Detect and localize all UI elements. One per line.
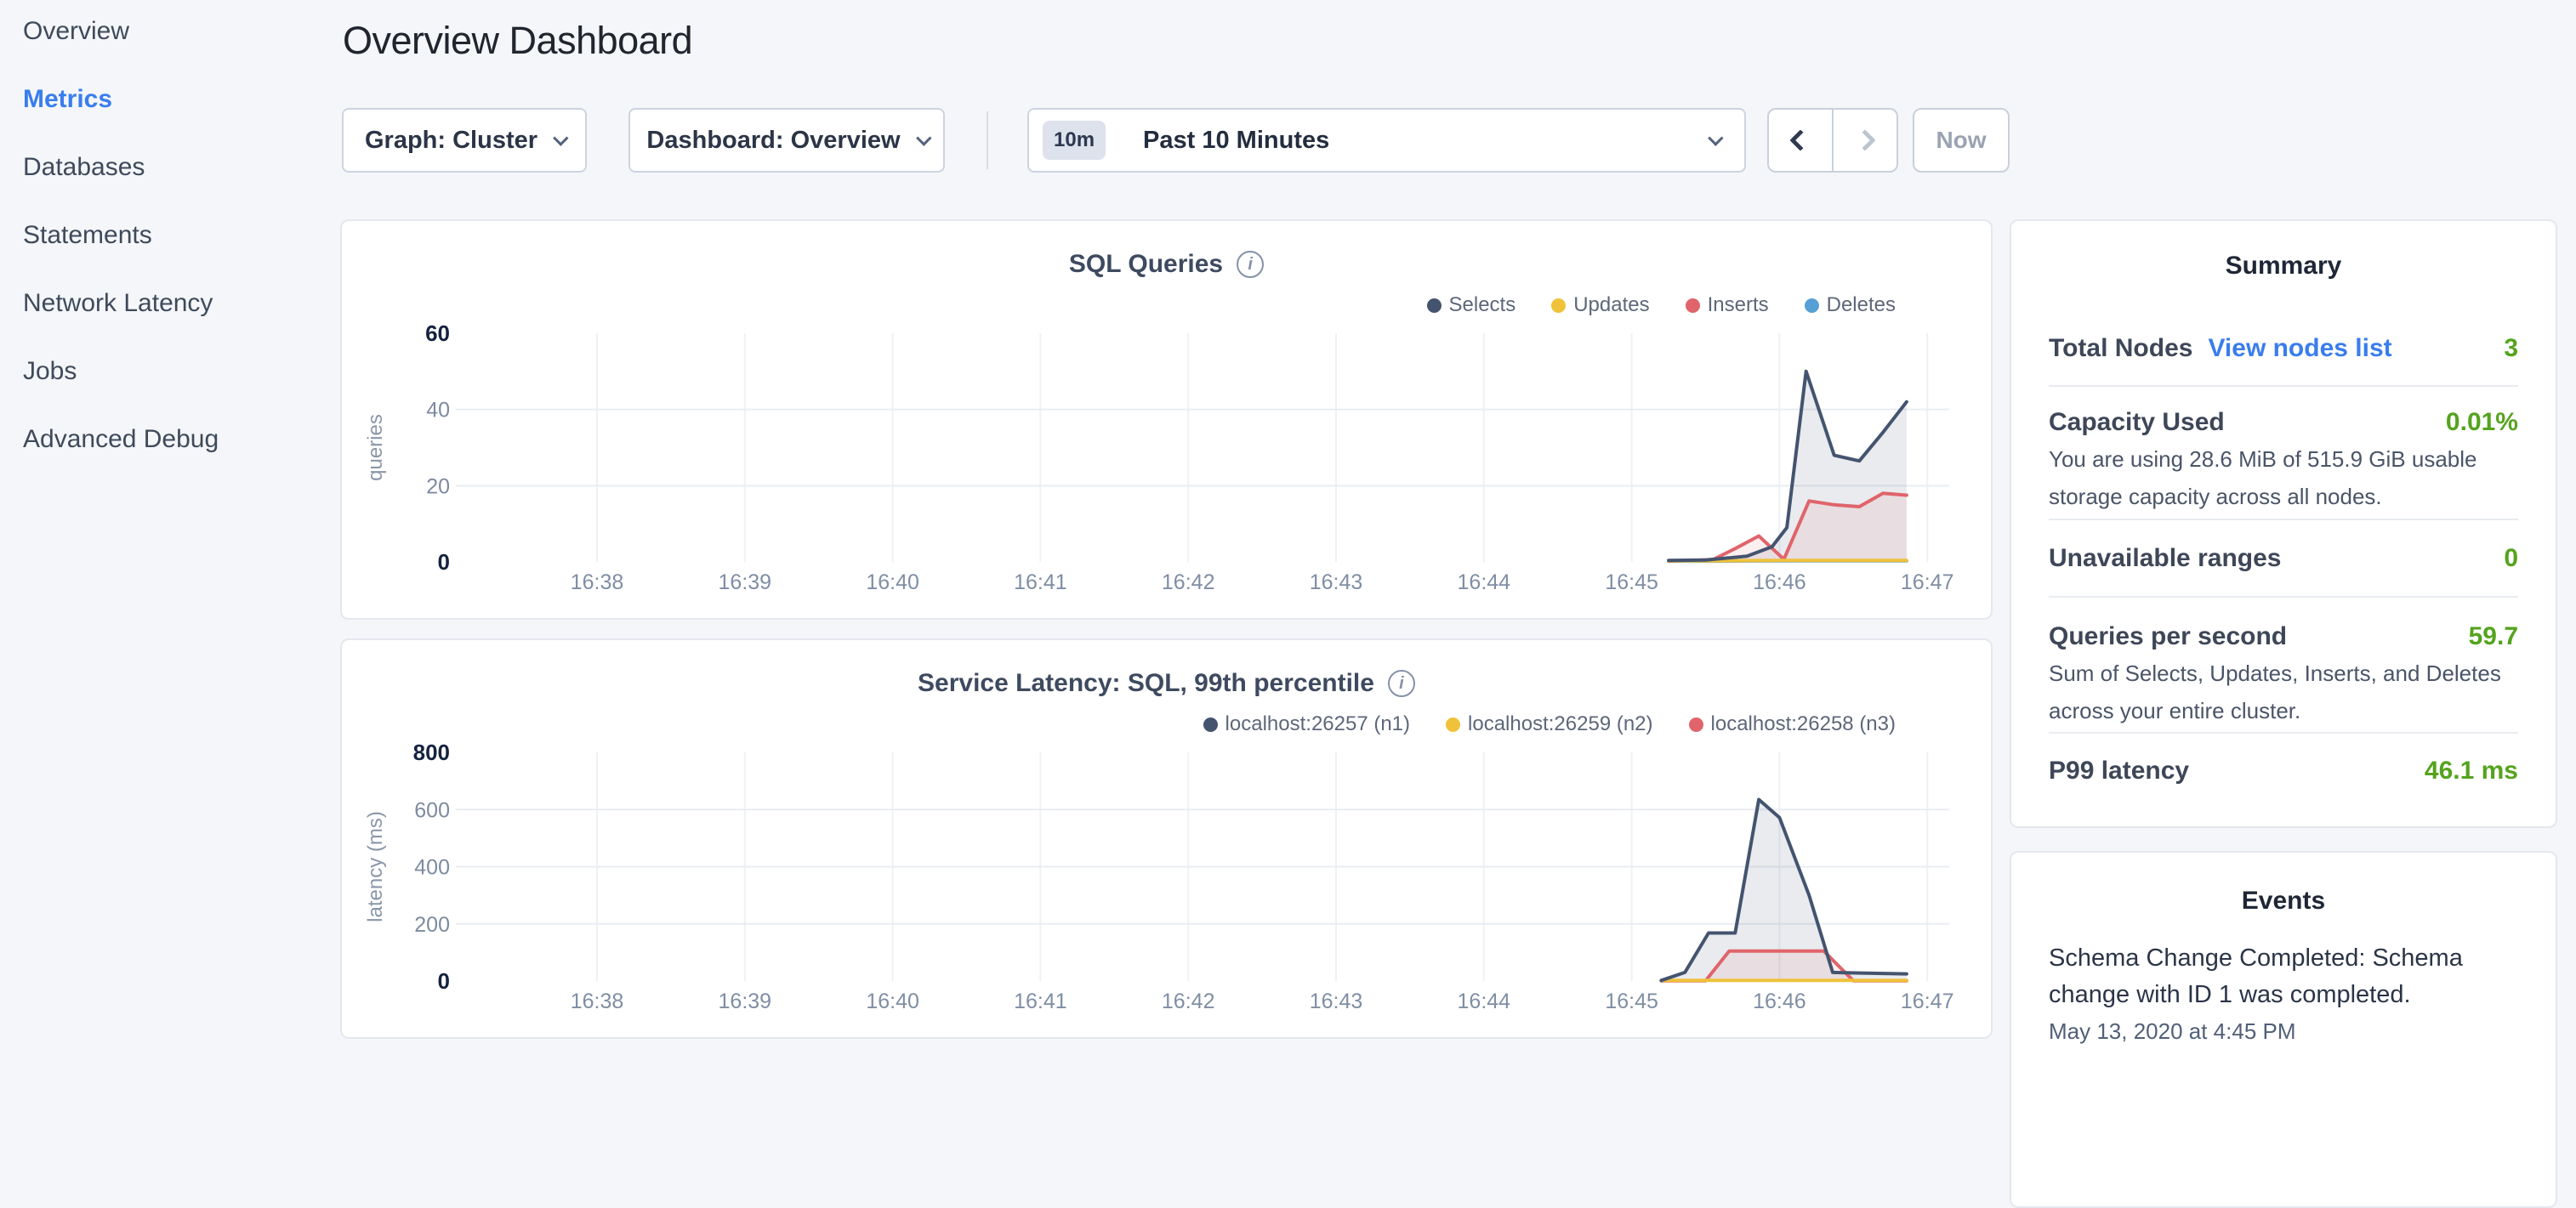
dashboard-dropdown-label: Dashboard: Overview bbox=[646, 127, 900, 155]
svg-text:60: 60 bbox=[425, 320, 450, 346]
chevron-down-icon bbox=[1708, 130, 1723, 145]
svg-text:16:40: 16:40 bbox=[866, 990, 919, 1013]
svg-text:16:44: 16:44 bbox=[1458, 990, 1511, 1013]
svg-text:200: 200 bbox=[414, 913, 450, 937]
events-heading: Events bbox=[2011, 887, 2556, 916]
service-latency-chart-card: Service Latency: SQL, 99th percentile i … bbox=[340, 638, 1993, 1039]
svg-text:16:47: 16:47 bbox=[1901, 570, 1954, 594]
sidebar-item-metrics[interactable]: Metrics bbox=[23, 80, 340, 119]
sidebar-item-statements[interactable]: Statements bbox=[23, 216, 340, 255]
sidebar-item-databases[interactable]: Databases bbox=[23, 148, 340, 187]
now-button[interactable]: Now bbox=[1913, 108, 2010, 173]
sql-queries-chart[interactable]: 16:38 16:39 16:40 16:41 16:42 16:43 16:44 16:45… bbox=[342, 221, 1994, 621]
svg-text:16:46: 16:46 bbox=[1753, 570, 1806, 594]
summary-label: Unavailable ranges bbox=[2049, 544, 2281, 573]
summary-row-queries-per-second: Queries per second 59.7 bbox=[2049, 618, 2518, 655]
time-pager bbox=[1767, 108, 1898, 173]
toolbar-divider bbox=[987, 111, 988, 169]
svg-text:16:38: 16:38 bbox=[571, 990, 624, 1013]
time-window-badge: 10m bbox=[1043, 121, 1106, 160]
graph-dropdown-label: Graph: Cluster bbox=[365, 127, 537, 155]
view-nodes-list-link[interactable]: View nodes list bbox=[2208, 334, 2391, 363]
chevron-left-icon bbox=[1789, 129, 1811, 150]
svg-text:16:45: 16:45 bbox=[1605, 990, 1658, 1013]
divider bbox=[2049, 596, 2518, 598]
svg-text:16:41: 16:41 bbox=[1014, 990, 1067, 1013]
svg-text:16:45: 16:45 bbox=[1605, 570, 1658, 594]
summary-value: 3 bbox=[2504, 334, 2518, 363]
svg-text:0: 0 bbox=[438, 549, 450, 575]
summary-heading: Summary bbox=[2011, 252, 2556, 281]
svg-text:16:44: 16:44 bbox=[1458, 570, 1511, 594]
time-window-label: Past 10 Minutes bbox=[1143, 127, 1692, 155]
dashboard-dropdown[interactable]: Dashboard: Overview bbox=[628, 108, 945, 173]
svg-text:16:42: 16:42 bbox=[1162, 570, 1215, 594]
next-time-button[interactable] bbox=[1834, 110, 1896, 171]
sidebar-item-advanced-debug[interactable]: Advanced Debug bbox=[23, 420, 340, 459]
summary-description: You are using 28.6 MiB of 515.9 GiB usab… bbox=[2049, 440, 2518, 515]
sidebar: Overview Metrics Databases Statements Ne… bbox=[0, 0, 340, 1051]
chevron-down-icon bbox=[916, 130, 931, 145]
svg-text:16:39: 16:39 bbox=[719, 570, 772, 594]
svg-text:latency (ms): latency (ms) bbox=[364, 811, 387, 922]
page-title: Overview Dashboard bbox=[343, 19, 692, 63]
summary-label: P99 latency bbox=[2049, 757, 2189, 785]
svg-text:16:46: 16:46 bbox=[1753, 990, 1806, 1013]
summary-description: Sum of Selects, Updates, Inserts, and De… bbox=[2049, 655, 2518, 729]
svg-text:16:47: 16:47 bbox=[1901, 990, 1954, 1013]
summary-label: Total Nodes bbox=[2049, 334, 2192, 363]
divider bbox=[2049, 519, 2518, 520]
svg-text:600: 600 bbox=[414, 798, 450, 822]
event-timestamp: May 13, 2020 at 4:45 PM bbox=[2049, 1018, 2518, 1045]
sql-queries-chart-card: SQL Queries i SelectsUpdatesInsertsDelet… bbox=[340, 219, 1993, 620]
prev-time-button[interactable] bbox=[1769, 110, 1834, 171]
svg-text:16:39: 16:39 bbox=[719, 990, 772, 1013]
summary-row-capacity-used: Capacity Used 0.01% bbox=[2049, 404, 2518, 441]
sidebar-item-overview[interactable]: Overview bbox=[23, 12, 340, 51]
sidebar-item-jobs[interactable]: Jobs bbox=[23, 352, 340, 391]
summary-label: Queries per second bbox=[2049, 622, 2287, 651]
chevron-down-icon bbox=[553, 130, 568, 145]
svg-text:16:42: 16:42 bbox=[1162, 990, 1215, 1013]
events-panel: Events Schema Change Completed: Schema c… bbox=[2010, 851, 2557, 1208]
time-range-dropdown[interactable]: 10m Past 10 Minutes bbox=[1027, 108, 1746, 173]
svg-text:0: 0 bbox=[438, 968, 450, 994]
summary-row-total-nodes: Total Nodes View nodes list 3 bbox=[2049, 330, 2518, 367]
summary-panel: Summary Total Nodes View nodes list 3 Ca… bbox=[2010, 219, 2557, 828]
svg-text:16:41: 16:41 bbox=[1014, 570, 1067, 594]
svg-text:40: 40 bbox=[426, 399, 450, 423]
svg-text:16:43: 16:43 bbox=[1310, 990, 1363, 1013]
svg-text:16:40: 16:40 bbox=[866, 570, 919, 594]
summary-row-unavailable-ranges: Unavailable ranges 0 bbox=[2049, 540, 2518, 577]
event-message[interactable]: Schema Change Completed: Schema change w… bbox=[2049, 940, 2518, 1013]
svg-text:20: 20 bbox=[426, 474, 450, 498]
summary-row-p99-latency: P99 latency 46.1 ms bbox=[2049, 752, 2518, 790]
svg-text:queries: queries bbox=[364, 414, 387, 481]
graph-dropdown[interactable]: Graph: Cluster bbox=[342, 108, 587, 173]
svg-text:16:43: 16:43 bbox=[1310, 570, 1363, 594]
svg-text:400: 400 bbox=[414, 856, 450, 880]
service-latency-chart[interactable]: 16:38 16:39 16:40 16:41 16:42 16:43 16:44 16:45… bbox=[342, 640, 1994, 1041]
sidebar-item-network-latency[interactable]: Network Latency bbox=[23, 284, 340, 323]
summary-value: 59.7 bbox=[2469, 622, 2518, 651]
chevron-right-icon bbox=[1854, 129, 1875, 150]
summary-label: Capacity Used bbox=[2049, 408, 2225, 437]
summary-value: 0.01% bbox=[2446, 408, 2518, 437]
divider bbox=[2049, 732, 2518, 734]
summary-value: 46.1 ms bbox=[2425, 757, 2518, 785]
svg-text:800: 800 bbox=[413, 740, 450, 765]
summary-value: 0 bbox=[2504, 544, 2518, 573]
svg-text:16:38: 16:38 bbox=[571, 570, 624, 594]
divider bbox=[2049, 385, 2518, 387]
